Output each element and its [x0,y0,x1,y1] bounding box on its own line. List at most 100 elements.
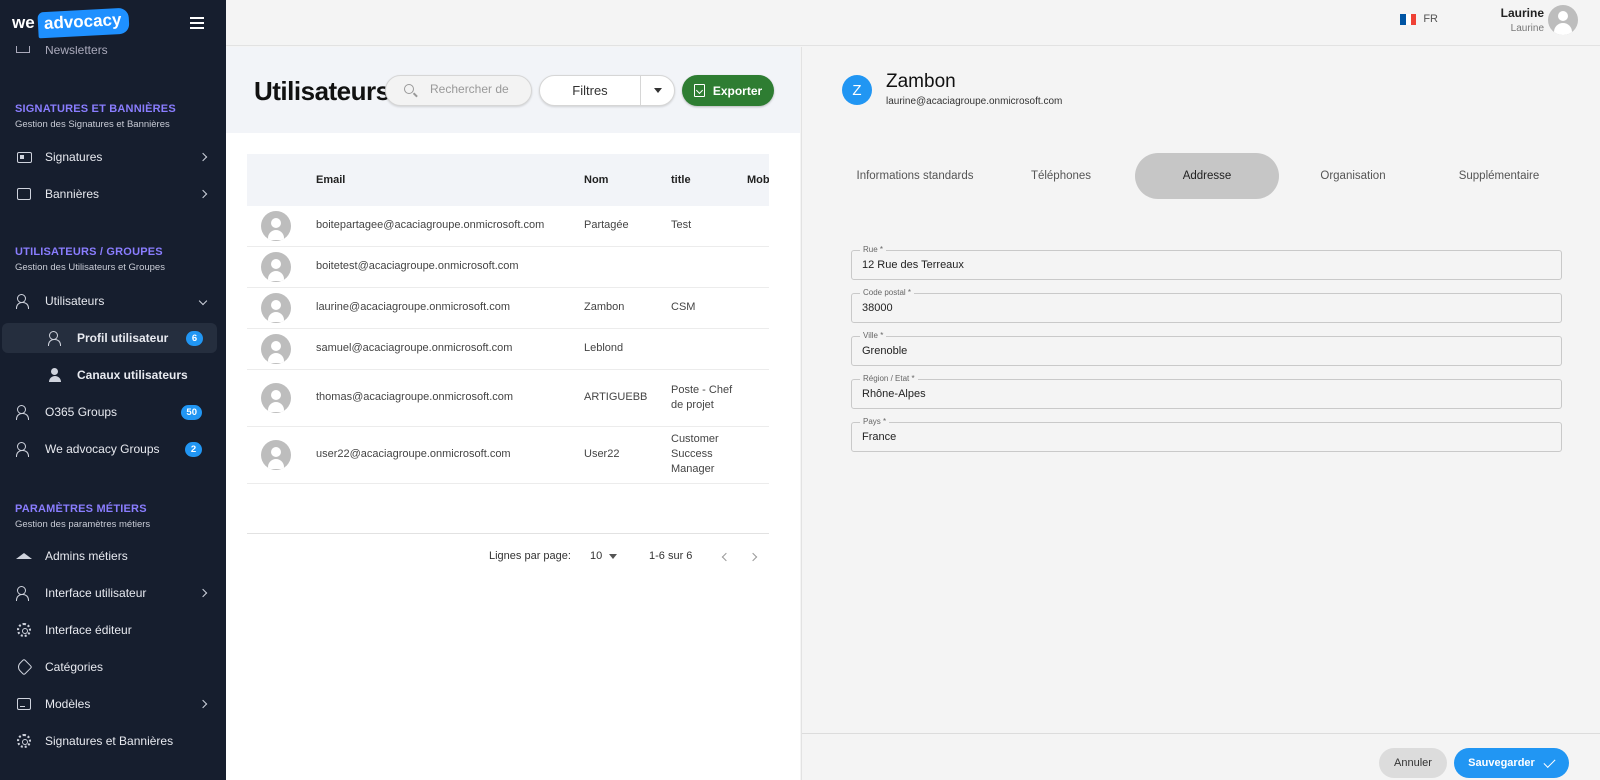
tab-addresse[interactable]: Addresse [1135,153,1279,199]
tab-telephones[interactable]: Téléphones [989,153,1133,199]
filters-dropdown-toggle[interactable] [641,76,674,105]
save-label: Sauvegarder [1468,757,1535,769]
user-name: Laurine [1500,6,1544,20]
pays-input[interactable] [862,431,1552,443]
tab-organisation[interactable]: Organisation [1281,153,1425,199]
sidebar-item-profil-utilisateur[interactable]: Profil utilisateur 6 [2,323,217,353]
sidebar-item-label: Admins métiers [45,549,128,563]
users-table: Email Nom title Mobile boitepartagee@aca… [247,154,769,574]
page-title: Utilisateurs [254,76,390,106]
cell-title: Customer Success Manager [671,426,747,484]
cell-mobile [747,287,769,329]
user-detail-pane: Z Zambon laurine@acaciagroupe.onmicrosof… [801,47,1600,780]
section-heading: UTILISATEURS / GROUPES [15,246,163,258]
file-download-icon [693,84,705,97]
rue-input[interactable] [862,259,1552,271]
table-row[interactable]: samuel@acaciagroupe.onmicrosoft.com Lebl… [247,328,769,370]
search-box[interactable] [385,75,532,106]
sidebar-item-we-advocacy-groups[interactable]: We advocacy Groups 2 [0,434,226,464]
cell-mobile [747,206,769,247]
search-input[interactable] [430,82,525,96]
image-icon [16,186,32,202]
sidebar: we advocacy Newsletters SIGNATURES ET BA… [0,0,226,780]
sidebar-item-o365-groups[interactable]: O365 Groups 50 [0,397,226,427]
users-icon [16,293,32,309]
cell-nom: Partagée [584,206,671,247]
chevron-right-icon[interactable] [748,552,758,562]
sidebar-item-signatures-et-bannieres[interactable]: Signatures et Bannières [0,726,226,756]
col-email[interactable]: Email [316,154,584,206]
count-badge: 2 [185,441,202,457]
code-postal-input[interactable] [862,302,1552,314]
sidebar-item-utilisateurs[interactable]: Utilisateurs [0,286,226,316]
group-icon [16,441,32,457]
export-button[interactable]: Exporter [682,75,774,106]
chevron-right-icon [198,699,208,709]
cell-email: samuel@acaciagroupe.onmicrosoft.com [316,328,584,370]
col-title[interactable]: title [671,154,747,206]
col-mobile[interactable]: Mobile [747,154,769,206]
cell-nom [584,246,671,288]
section-signatures: SIGNATURES ET BANNIÈRES Gestion des Sign… [15,103,176,130]
language-selector[interactable]: FR [1400,13,1438,25]
table-row[interactable]: boitetest@acaciagroupe.onmicrosoft.com [247,246,769,288]
table-row[interactable]: thomas@acaciagroupe.onmicrosoft.com ARTI… [247,369,769,427]
field-label: Code postal * [860,288,915,298]
gear-icon [16,733,32,749]
sidebar-item-categories[interactable]: Catégories [0,652,226,682]
sidebar-item-canaux-utilisateurs[interactable]: Canaux utilisateurs [0,360,226,390]
sidebar-item-bannieres[interactable]: Bannières [0,179,226,209]
chevron-right-icon [198,189,208,199]
save-button[interactable]: Sauvegarder [1454,748,1569,778]
sidebar-item-interface-utilisateur[interactable]: Interface utilisateur [0,578,226,608]
cell-title [671,328,747,370]
region-input[interactable] [862,388,1552,400]
filters-button[interactable]: Filtres [540,76,641,105]
tab-informations-standards[interactable]: Informations standards [843,153,987,199]
ville-field: Ville * [851,331,1562,366]
template-icon [16,696,32,712]
sidebar-item-label: Catégories [45,660,104,674]
col-nom[interactable]: Nom [584,154,671,206]
cell-email: thomas@acaciagroupe.onmicrosoft.com [316,369,584,427]
cancel-button[interactable]: Annuler [1379,748,1447,778]
gear-icon [16,622,32,638]
brand-logo[interactable]: we advocacy [12,7,129,39]
user-avatar[interactable] [1548,5,1578,35]
cell-email: user22@acaciagroupe.onmicrosoft.com [316,426,584,484]
pays-field: Pays * [851,417,1562,452]
table-row[interactable]: user22@acaciagroupe.onmicrosoft.com User… [247,426,769,484]
table-row[interactable]: boitepartagee@acaciagroupe.onmicrosoft.c… [247,206,769,247]
sidebar-item-interface-editeur[interactable]: Interface éditeur [0,615,226,645]
language-label: FR [1423,13,1438,25]
flag-fr-icon [1400,13,1417,25]
code-postal-field: Code postal * [851,288,1562,323]
cell-mobile [747,369,769,427]
menu-icon[interactable] [190,17,204,29]
chevron-down-icon [198,296,208,306]
sidebar-item-label: Signatures [45,150,103,164]
ville-input[interactable] [862,345,1552,357]
user-menu[interactable]: Laurine Laurine [1501,6,1544,34]
topbar: FR Laurine Laurine [226,0,1600,46]
sidebar-item-label: Interface utilisateur [45,586,147,600]
list-header: Utilisateurs Filtres Exporter [226,47,800,133]
search-icon [404,84,414,94]
sidebar-item-admins-metiers[interactable]: Admins métiers [0,541,226,571]
rue-field: Rue * [851,245,1562,280]
users-list-pane: Utilisateurs Filtres Exporter Email Nom … [226,47,800,780]
table-row[interactable]: laurine@acaciagroupe.onmicrosoft.com Zam… [247,287,769,329]
rows-per-page-select[interactable]: 10 [590,550,618,562]
chevron-left-icon[interactable] [721,552,731,562]
pagination-range: 1-6 sur 6 [649,550,693,562]
sidebar-item-modeles[interactable]: Modèles [0,689,226,719]
cell-nom: User22 [584,426,671,484]
pagination: Lignes par page: 10 1-6 sur 6 [247,533,769,569]
tab-supplementaire[interactable]: Supplémentaire [1427,153,1571,199]
sidebar-item-label: Profil utilisateur [77,331,169,345]
field-label: Région / Etat * [860,374,918,384]
detail-name: Zambon [886,71,956,92]
section-heading: SIGNATURES ET BANNIÈRES [15,103,176,115]
sidebar-item-signatures[interactable]: Signatures [0,142,226,172]
avatar [261,251,291,282]
